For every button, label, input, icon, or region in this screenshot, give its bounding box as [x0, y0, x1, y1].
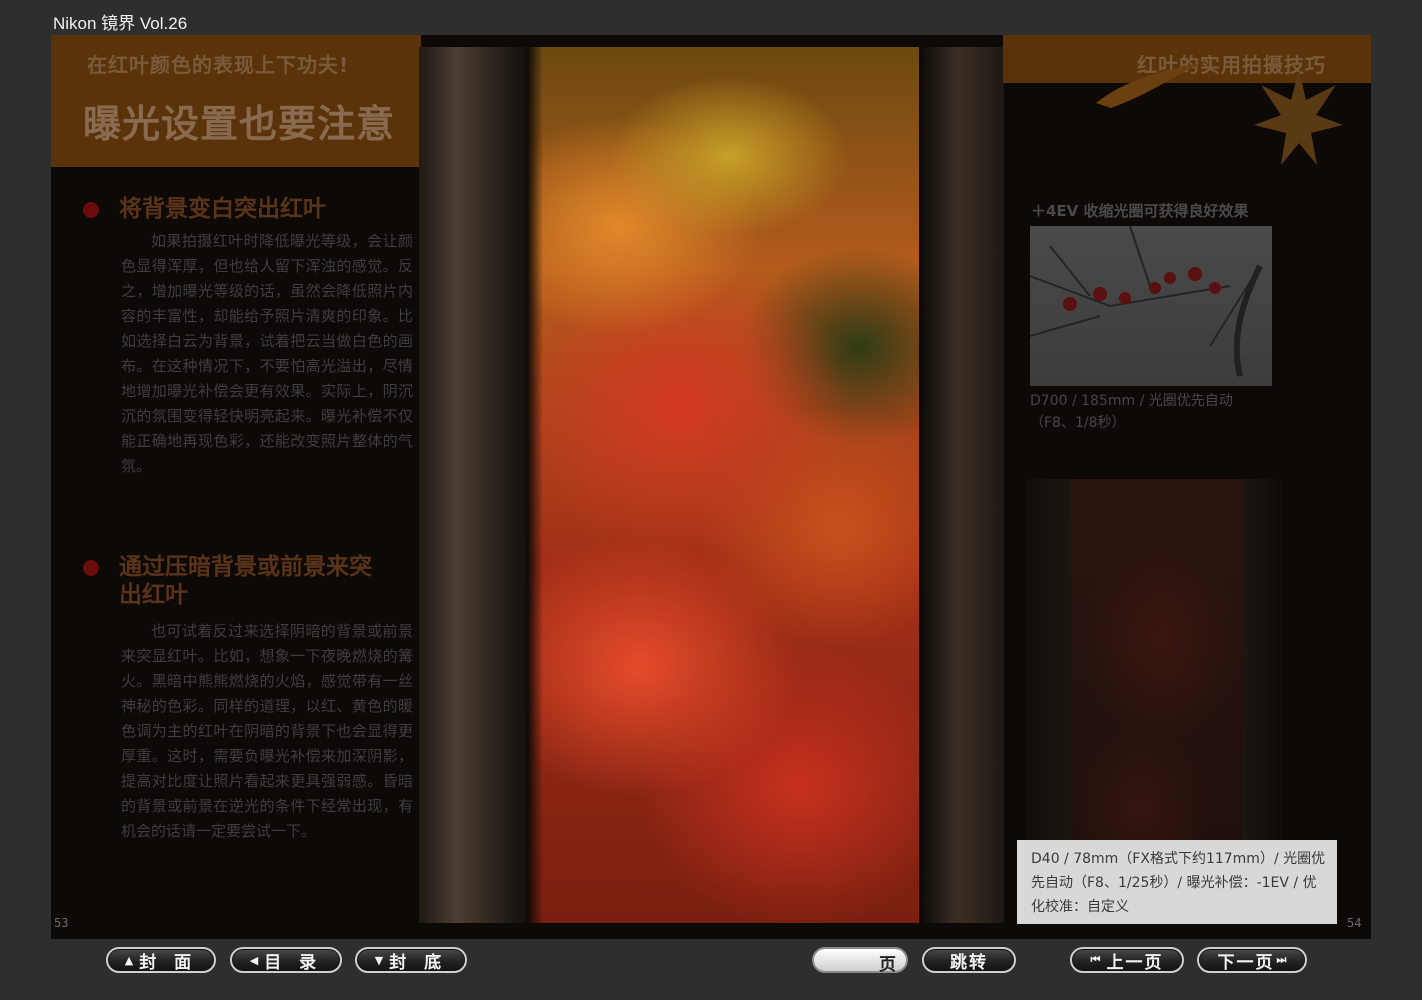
main-photo-caption: D40 / 78mm（FX格式下约117mm）/ 光圈优先自动（F8、1/25秒… — [1017, 840, 1337, 924]
left-page-title: 曝光设置也要注意 — [83, 102, 396, 146]
page-number-field[interactable]: 页 — [812, 947, 908, 975]
bullet-dot-icon — [83, 202, 99, 218]
toc-button[interactable]: ◀ 目 录 — [230, 947, 342, 973]
next-page-label: 下一页 — [1217, 952, 1275, 973]
photo1-caption-title: ＋4EV 收缩光圈可获得良好效果 — [1031, 202, 1249, 220]
left-page-number: 53 — [54, 916, 69, 930]
triangle-up-icon: ▲ — [124, 953, 134, 967]
tree-trunk-right — [919, 47, 1004, 923]
skip-back-icon: ⏮ — [1090, 953, 1101, 966]
prev-page-label: 上一页 — [1106, 952, 1164, 973]
bullet-dot-icon — [83, 560, 99, 576]
photo1-caption: D700 / 185mm / 光圈优先自动 （F8、1/8秒） — [1030, 390, 1233, 434]
maple-leaf-icon — [1254, 70, 1343, 165]
magazine-spread: 在红叶颜色的表现上下功夫! 曝光设置也要注意 将背景变白突出红叶 如果拍摄红叶时… — [51, 35, 1371, 939]
red-leaves-branch-photo — [1030, 226, 1272, 386]
section-1-heading: 将背景变白突出红叶 — [119, 196, 326, 222]
skip-forward-icon: ⏭ — [1276, 953, 1287, 966]
jump-button-label: 跳转 — [950, 952, 988, 973]
maple-leaf-icon — [1096, 63, 1201, 108]
section-2-heading: 通过压暗背景或前景来突出红叶 — [119, 554, 372, 608]
page-label: 页 — [879, 955, 896, 975]
left-page-subtitle: 在红叶颜色的表现上下功夫! — [87, 53, 350, 77]
back-cover-button-label: 封 底 — [389, 952, 448, 973]
branch-illustration — [1030, 226, 1263, 377]
page-number-input[interactable] — [824, 951, 880, 971]
section-2-body: 也可试着反过来选择阴暗的背景或前景来突显红叶。比如，想象一下夜晚燃烧的篝火。黑暗… — [121, 622, 413, 840]
prev-page-button[interactable]: ⏮ 上一页 — [1070, 947, 1184, 973]
window-title-bar: Nikon 镜界 Vol.26 — [0, 0, 1422, 36]
triangle-down-icon: ▼ — [374, 953, 384, 967]
section-2: 通过压暗背景或前景来突出红叶 也可试着反过来选择阴暗的背景或前景来突显红叶。比如… — [83, 553, 413, 844]
toc-button-label: 目 录 — [264, 952, 323, 973]
back-cover-button[interactable]: ▼ 封 底 — [355, 947, 467, 973]
photo1-caption-line1: D700 / 185mm / 光圈优先自动 — [1030, 393, 1233, 409]
cover-button[interactable]: ▲ 封 面 — [106, 947, 216, 973]
photo1-caption-line2: （F8、1/8秒） — [1030, 415, 1126, 431]
autumn-leaves-photo — [419, 47, 1004, 923]
section-1-body: 如果拍摄红叶时降低曝光等级，会让颜色显得浑厚，但也给人留下浑浊的感觉。反之，增加… — [121, 232, 413, 475]
jump-button[interactable]: 跳转 — [922, 947, 1016, 973]
tree-trunk-left — [419, 47, 543, 923]
cover-button-label: 封 面 — [139, 952, 198, 973]
section-1: 将背景变白突出红叶 如果拍摄红叶时降低曝光等级，会让颜色显得浑厚，但也给人留下浑… — [83, 195, 413, 479]
right-page-number: 54 — [1347, 916, 1362, 930]
triangle-left-icon: ◀ — [249, 953, 259, 967]
window-title: Nikon 镜界 Vol.26 — [53, 14, 188, 33]
next-page-button[interactable]: 下一页 ⏭ — [1197, 947, 1307, 973]
